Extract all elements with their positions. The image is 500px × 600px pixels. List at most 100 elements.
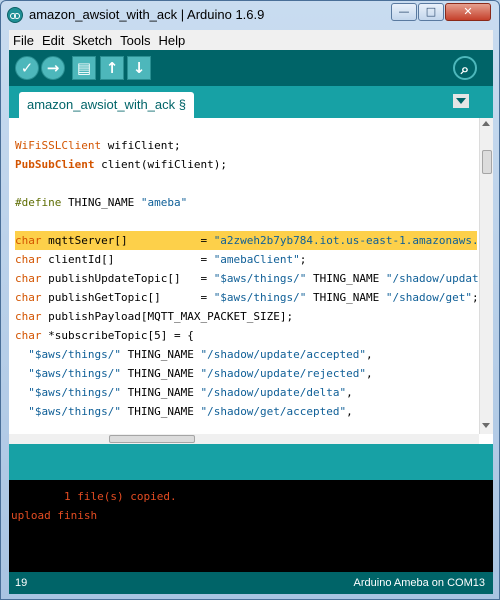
menu-help[interactable]: Help [154, 31, 189, 48]
code-token: WiFiSSLClient [15, 139, 102, 152]
save-sketch-button[interactable]: ↓ [127, 56, 151, 80]
code-token: publishUpdateTopic[] = [41, 272, 214, 285]
code-token: "$aws/things/" [28, 367, 121, 380]
code-token: "a2zweh2b7yb784.iot.us-east-1.amazonaws.… [213, 234, 493, 247]
menu-file[interactable]: File [9, 31, 38, 48]
code-token: *subscribeTopic[5] = { [41, 329, 194, 342]
code-token: , [346, 386, 353, 399]
code-token: mqttServer[] = [41, 234, 214, 247]
scroll-up-icon[interactable] [482, 121, 490, 126]
code-token: , [366, 367, 373, 380]
upload-button[interactable]: → [41, 56, 65, 80]
code-token: wifiClient; [101, 139, 181, 152]
verify-icon: ✓ [20, 59, 34, 77]
code-token: THING_NAME [120, 386, 201, 399]
close-button[interactable]: ✕ [445, 3, 491, 21]
code-token: #define [15, 196, 62, 209]
code-token: "$aws/things/" [28, 386, 121, 399]
tab-menu-button[interactable] [453, 94, 469, 108]
code-token: publishPayload[MQTT_MAX_PACKET_SIZE]; [41, 310, 294, 323]
vertical-scroll-thumb[interactable] [482, 150, 492, 174]
code-line: "$aws/things/" THING_NAME "/shadow/updat… [15, 383, 477, 402]
code-token: ; [299, 253, 307, 266]
new-sketch-button[interactable]: ▤ [72, 56, 96, 80]
code-token: THING_NAME [120, 405, 201, 418]
code-token: "$aws/things/" [213, 291, 307, 304]
code-token: "/shadow/update/delta" [200, 386, 347, 399]
open-sketch-button[interactable]: ↑ [100, 56, 124, 80]
code-token: "amebaClient" [213, 253, 300, 266]
code-token: "ameba" [140, 196, 188, 209]
board-port-label: Arduino Ameba on COM13 [353, 577, 485, 589]
code-editor[interactable]: WiFiSSLClient wifiClient; PubSubClient cl… [9, 118, 493, 444]
code-token: char [15, 272, 42, 285]
menu-tools[interactable]: Tools [116, 31, 154, 48]
vertical-scrollbar[interactable] [479, 118, 493, 434]
serial-monitor-icon: ⌕ [460, 60, 470, 78]
new-icon: ▤ [76, 59, 92, 77]
serial-monitor-button[interactable]: ⌕ [453, 56, 477, 80]
code-token: "/shadow/update/accepted" [200, 348, 367, 361]
code-token: char [15, 253, 42, 266]
code-token: "/shadow/get/accepted" [200, 405, 347, 418]
menu-sketch[interactable]: Sketch [68, 31, 116, 48]
scroll-down-icon[interactable] [482, 423, 490, 428]
code-token: THING_NAME [120, 348, 201, 361]
code-line: "$aws/things/" THING_NAME "/shadow/get/a… [15, 402, 477, 421]
horizontal-scrollbar[interactable] [9, 434, 479, 444]
code-token: , [366, 348, 373, 361]
code-token: char [15, 329, 42, 342]
maximize-button[interactable]: □ [418, 3, 444, 21]
code-token: ; [471, 291, 479, 304]
code-line: char publishUpdateTopic[] = "$aws/things… [15, 269, 493, 288]
status-bar [9, 444, 493, 480]
code-line: char publishGetTopic[] = "$aws/things/" … [15, 288, 479, 307]
upload-icon: → [46, 59, 60, 77]
menu-bar: File Edit Sketch Tools Help [9, 30, 493, 50]
code-line: WiFiSSLClient wifiClient; [15, 136, 477, 155]
toolbar: ✓ → ▤ ↑ ↓ ⌕ [9, 50, 493, 86]
code-token: PubSubClient [15, 158, 95, 171]
code-token: publishGetTopic[] = [41, 291, 214, 304]
save-icon: ↓ [132, 59, 146, 77]
console-text: 1 file(s) copied. upload finish [11, 487, 177, 525]
code-line: "$aws/things/" THING_NAME "/shadow/updat… [15, 345, 477, 364]
code-token: "$aws/things/" [28, 405, 121, 418]
arduino-logo-icon [7, 7, 23, 23]
code-token: client(wifiClient); [94, 158, 227, 171]
title-bar[interactable]: amazon_awsiot_with_ack | Arduino 1.6.9 —… [1, 1, 499, 29]
code-token: "$aws/things/" [28, 348, 121, 361]
chevron-down-icon [456, 98, 466, 104]
console-line: 1 file(s) copied. [11, 490, 177, 503]
menu-edit[interactable]: Edit [38, 31, 68, 48]
code-line: "$aws/things/" THING_NAME "/shadow/updat… [15, 364, 477, 383]
console-output[interactable]: 1 file(s) copied. upload finish [9, 480, 493, 572]
console-line: upload finish [11, 509, 98, 522]
tab-bar: amazon_awsiot_with_ack § [9, 86, 493, 118]
code-line: PubSubClient client(wifiClient); [15, 155, 477, 174]
code-line: char *subscribeTopic[5] = { [15, 326, 477, 345]
app-window: amazon_awsiot_with_ack | Arduino 1.6.9 —… [0, 0, 500, 600]
code-line-highlighted: char mqttServer[] = "a2zweh2b7yb784.iot.… [15, 231, 493, 250]
window-title: amazon_awsiot_with_ack | Arduino 1.6.9 [29, 7, 265, 22]
minimize-button[interactable]: — [391, 3, 417, 21]
footer-bar: 19 Arduino Ameba on COM13 [9, 572, 493, 594]
code-token: char [15, 291, 42, 304]
code-token: "/shadow/update" [385, 272, 492, 285]
code-token: clientId[] = [41, 253, 214, 266]
verify-button[interactable]: ✓ [15, 56, 39, 80]
code-token: THING_NAME [306, 291, 386, 304]
horizontal-scroll-thumb[interactable] [109, 435, 195, 443]
tab-amazon-awsiot-with-ack[interactable]: amazon_awsiot_with_ack § [19, 92, 194, 118]
code-token: , [346, 405, 353, 418]
line-number: 19 [15, 577, 28, 589]
open-icon: ↑ [105, 59, 119, 77]
code-token: THING_NAME [306, 272, 386, 285]
code-token: "/shadow/update/rejected" [200, 367, 367, 380]
